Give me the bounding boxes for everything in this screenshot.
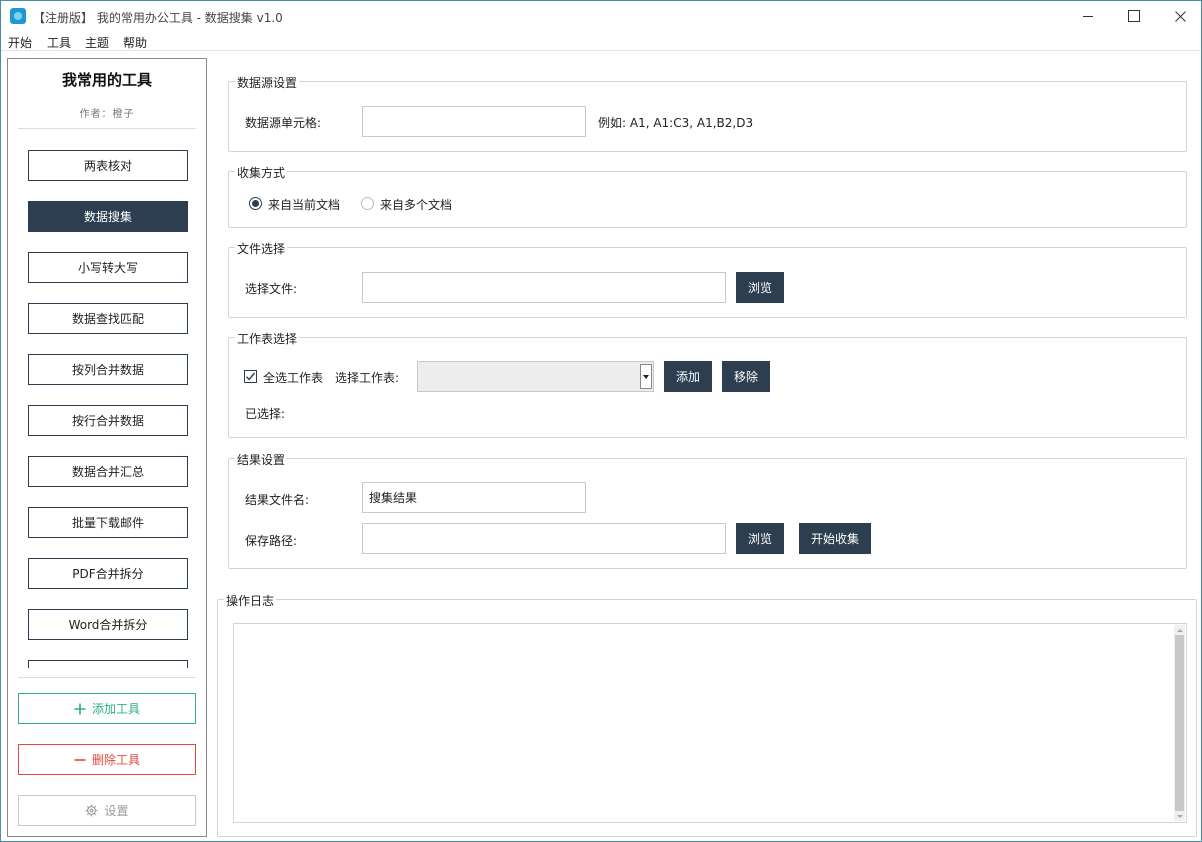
checkmark-icon bbox=[246, 372, 256, 381]
tool-button-merge-summary[interactable]: 数据合并汇总 bbox=[28, 456, 188, 487]
tool-button-data-lookup[interactable]: 数据查找匹配 bbox=[28, 303, 188, 334]
radio-multiple-documents[interactable] bbox=[361, 197, 374, 210]
close-button[interactable] bbox=[1157, 1, 1202, 31]
sheet-select-group: 工作表选择 全选工作表 选择工作表: 添加 移除 已选择: bbox=[228, 330, 1187, 438]
tool-button-batch-download-mail[interactable]: 批量下载邮件 bbox=[28, 507, 188, 538]
app-window: 【注册版】 我的常用办公工具 - 数据搜集 v1.0 开始 工具 主题 帮助 我… bbox=[0, 0, 1202, 842]
close-icon bbox=[1174, 10, 1186, 22]
log-scrollbar[interactable] bbox=[1174, 625, 1185, 821]
menu-help[interactable]: 帮助 bbox=[123, 34, 147, 51]
radio-current-document-label[interactable]: 来自当前文档 bbox=[268, 196, 340, 213]
scroll-down-icon[interactable] bbox=[1174, 811, 1185, 821]
delete-tool-label: 删除工具 bbox=[91, 753, 140, 767]
collect-mode-group: 收集方式 来自当前文档 来自多个文档 bbox=[228, 164, 1187, 228]
operation-log-group: 操作日志 bbox=[217, 592, 1197, 837]
datasource-example-text: 例如: A1, A1:C3, A1,B2,D3 bbox=[598, 116, 754, 130]
sidebar-author: 作者：橙子 bbox=[79, 109, 135, 120]
menu-bar: 开始 工具 主题 帮助 bbox=[1, 31, 1201, 51]
file-path-input[interactable] bbox=[362, 272, 726, 303]
log-textarea[interactable] bbox=[233, 623, 1187, 823]
window-title: 【注册版】 我的常用办公工具 - 数据搜集 v1.0 bbox=[33, 11, 283, 25]
settings-label: 设置 bbox=[104, 804, 129, 818]
menu-theme[interactable]: 主题 bbox=[85, 34, 109, 51]
add-tool-button[interactable]: 添加工具 bbox=[18, 693, 196, 724]
tool-button-merge-by-column[interactable]: 按列合并数据 bbox=[28, 354, 188, 385]
tool-button-compare-tables[interactable]: 两表核对 bbox=[28, 150, 188, 181]
minimize-button[interactable] bbox=[1065, 1, 1111, 31]
result-settings-group: 结果设置 结果文件名: 搜集结果 保存路径: 浏览 开始收集 bbox=[228, 451, 1187, 569]
tool-button-number-to-uppercase[interactable]: 小写转大写 bbox=[28, 252, 188, 283]
settings-button[interactable]: 设置 bbox=[18, 795, 196, 826]
select-all-sheets-checkbox[interactable] bbox=[244, 370, 257, 383]
save-path-browse-button[interactable]: 浏览 bbox=[736, 523, 784, 554]
sidebar-title: 我常用的工具 bbox=[61, 71, 152, 89]
minus-icon bbox=[74, 754, 86, 766]
gear-icon bbox=[85, 804, 98, 817]
datasource-group: 数据源设置 数据源单元格: 例如: A1, A1:C3, A1,B2,D3 bbox=[228, 74, 1187, 152]
result-filename-label: 结果文件名: bbox=[245, 493, 310, 507]
tool-list[interactable]: 两表核对 数据搜集 小写转大写 数据查找匹配 按列合并数据 按行合并数据 数据合… bbox=[8, 144, 206, 668]
divider bbox=[18, 677, 196, 678]
file-browse-button[interactable]: 浏览 bbox=[736, 272, 784, 303]
tool-button-data-collect[interactable]: 数据搜集 bbox=[28, 201, 188, 232]
tool-button-merge-by-row[interactable]: 按行合并数据 bbox=[28, 405, 188, 436]
group-title: 数据源设置 bbox=[235, 74, 300, 91]
save-path-label: 保存路径: bbox=[245, 534, 298, 548]
group-title: 收集方式 bbox=[235, 164, 288, 181]
divider bbox=[18, 128, 196, 129]
scroll-thumb[interactable] bbox=[1175, 635, 1184, 811]
group-title: 结果设置 bbox=[235, 451, 288, 468]
add-tool-label: 添加工具 bbox=[91, 702, 140, 716]
select-all-sheets-label[interactable]: 全选工作表 bbox=[263, 369, 323, 386]
selected-sheets-label: 已选择: bbox=[245, 407, 286, 421]
result-filename-input[interactable]: 搜集结果 bbox=[362, 482, 586, 513]
tool-button-word-merge-split[interactable]: Word合并拆分 bbox=[28, 609, 188, 640]
choose-sheet-label: 选择工作表: bbox=[335, 371, 400, 385]
add-sheet-button[interactable]: 添加 bbox=[664, 361, 712, 392]
radio-current-document[interactable] bbox=[249, 197, 262, 210]
menu-start[interactable]: 开始 bbox=[8, 34, 32, 51]
tool-button-pdf-merge-split[interactable]: PDF合并拆分 bbox=[28, 558, 188, 589]
app-icon bbox=[10, 8, 26, 24]
group-title: 工作表选择 bbox=[235, 330, 300, 347]
file-select-label: 选择文件: bbox=[245, 282, 298, 296]
delete-tool-button[interactable]: 删除工具 bbox=[18, 744, 196, 775]
tool-button-partial[interactable] bbox=[28, 660, 188, 668]
start-collect-button[interactable]: 开始收集 bbox=[799, 523, 871, 554]
menu-tools[interactable]: 工具 bbox=[47, 34, 71, 51]
remove-sheet-button[interactable]: 移除 bbox=[722, 361, 770, 392]
datasource-cell-input[interactable] bbox=[362, 106, 586, 137]
title-bar[interactable]: 【注册版】 我的常用办公工具 - 数据搜集 v1.0 bbox=[1, 1, 1201, 31]
sidebar: 我常用的工具 作者：橙子 两表核对 数据搜集 小写转大写 数据查找匹配 按列合并… bbox=[7, 58, 207, 837]
sheet-select-dropdown[interactable] bbox=[417, 361, 654, 392]
maximize-button[interactable] bbox=[1111, 1, 1157, 31]
plus-icon bbox=[74, 703, 86, 715]
group-title: 操作日志 bbox=[224, 592, 277, 609]
scroll-up-icon[interactable] bbox=[1174, 625, 1185, 635]
chevron-down-icon[interactable] bbox=[640, 364, 652, 389]
datasource-cell-label: 数据源单元格: bbox=[245, 116, 322, 130]
radio-multiple-documents-label[interactable]: 来自多个文档 bbox=[380, 196, 452, 213]
save-path-input[interactable] bbox=[362, 523, 726, 554]
file-select-group: 文件选择 选择文件: 浏览 bbox=[228, 240, 1187, 318]
group-title: 文件选择 bbox=[235, 240, 288, 257]
main-panel: 数据源设置 数据源单元格: 例如: A1, A1:C3, A1,B2,D3 收集… bbox=[207, 58, 1197, 837]
